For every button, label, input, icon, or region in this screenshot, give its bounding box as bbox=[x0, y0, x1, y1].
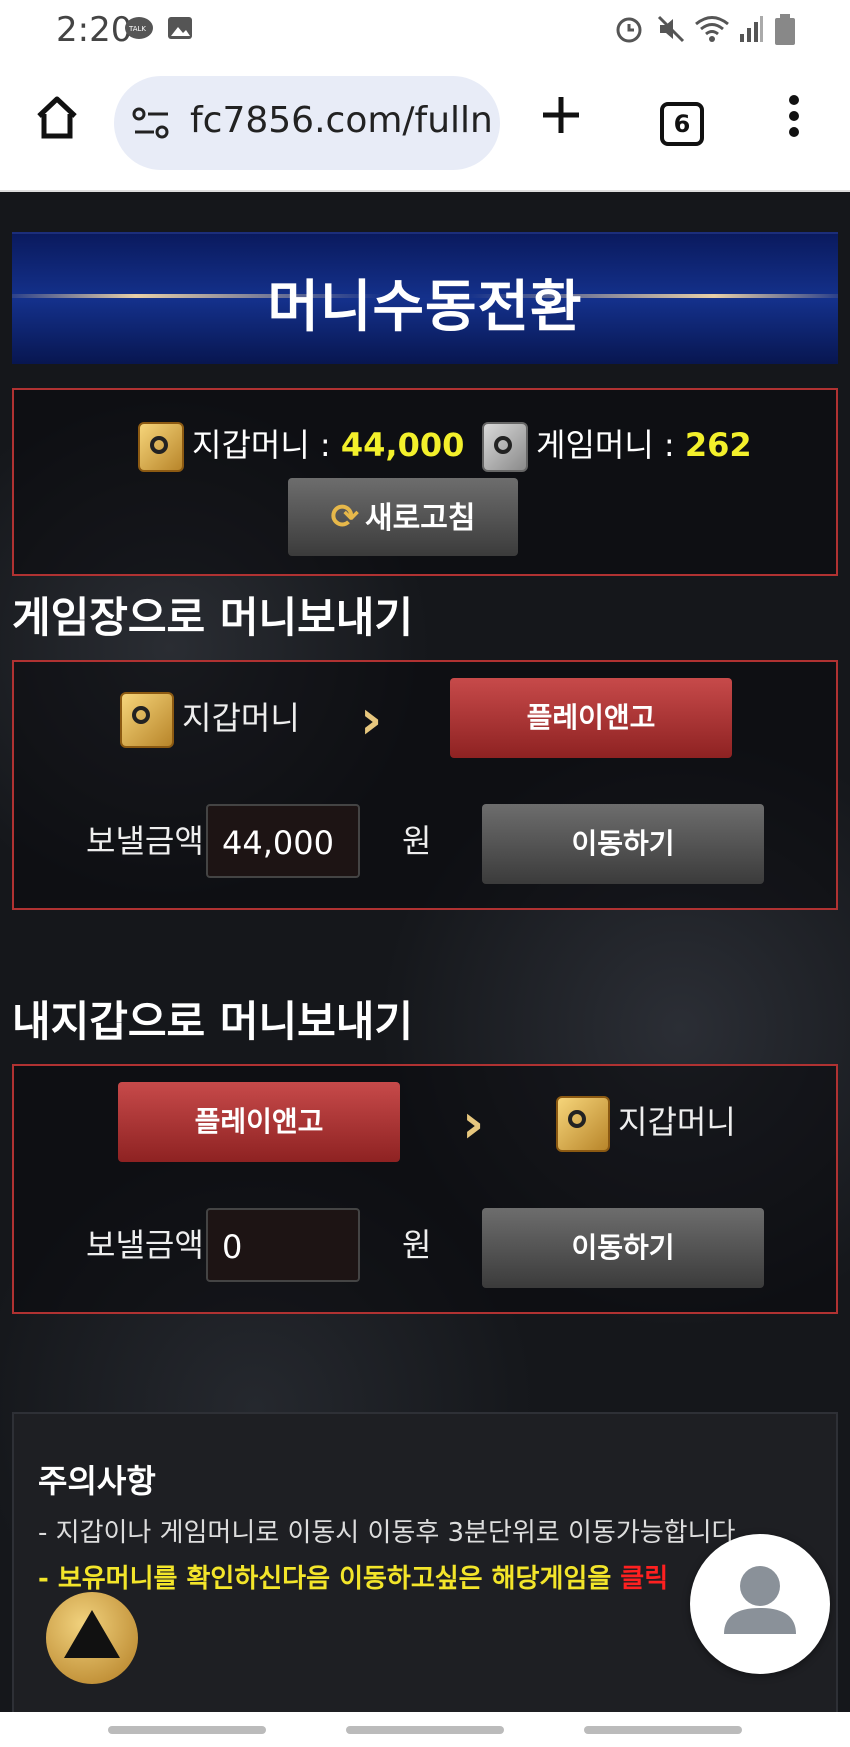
talk-icon: TALK bbox=[125, 17, 153, 39]
url-text[interactable]: fc7856.com/fulln bbox=[190, 100, 490, 141]
chat-button[interactable] bbox=[690, 1534, 830, 1674]
game-safe-icon bbox=[482, 422, 528, 472]
to-wallet-panel: 플레이앤고 › 지갑머니 보낼금액 0 원 이동하기 bbox=[12, 1064, 838, 1314]
wallet-safe-icon bbox=[556, 1096, 610, 1152]
more-menu-icon[interactable] bbox=[784, 94, 804, 138]
svg-text:TALK: TALK bbox=[128, 25, 146, 33]
notice-line-2: - 보유머니를 확인하신다음 이동하고싶은 해당게임을 클릭 bbox=[38, 1558, 668, 1595]
game-balance-value: 262 bbox=[684, 426, 752, 464]
wallet-safe-icon bbox=[120, 692, 174, 748]
new-tab-icon[interactable] bbox=[540, 94, 582, 136]
to-wallet-amount-label: 보낼금액 bbox=[86, 1226, 204, 1264]
to-game-panel: 지갑머니 › 플레이앤고 보낼금액 44,000 원 이동하기 bbox=[12, 660, 838, 910]
wallet-balance-value: 44,000 bbox=[340, 426, 465, 464]
page-content: 머니수동전환 지갑머니 : 44,000 게임머니 : 262 ⟳ 새로고침 게임… bbox=[0, 192, 850, 1712]
to-wallet-target-label: 지갑머니 bbox=[618, 1103, 736, 1141]
wifi-icon bbox=[695, 16, 729, 42]
person-icon bbox=[724, 1566, 796, 1634]
notice-line-2-highlight: 클릭 bbox=[620, 1564, 669, 1594]
scroll-to-top-button[interactable] bbox=[46, 1592, 138, 1684]
refresh-label: 새로고침 bbox=[365, 501, 476, 536]
to-game-amount-input[interactable]: 44,000 bbox=[206, 804, 360, 878]
balance-panel: 지갑머니 : 44,000 게임머니 : 262 ⟳ 새로고침 bbox=[12, 388, 838, 576]
to-wallet-unit: 원 bbox=[402, 1226, 432, 1264]
arrow-right-icon: › bbox=[360, 688, 383, 751]
refresh-icon: ⟳ bbox=[330, 497, 360, 537]
to-game-from-label: 지갑머니 bbox=[182, 699, 300, 737]
nav-pill-center bbox=[346, 1726, 504, 1734]
image-icon bbox=[168, 17, 192, 39]
to-wallet-source-button[interactable]: 플레이앤고 bbox=[118, 1082, 400, 1162]
tab-switcher-button[interactable]: 6 bbox=[660, 102, 704, 146]
refresh-button[interactable]: ⟳ 새로고침 bbox=[288, 478, 518, 556]
wallet-balance-label: 지갑머니 : bbox=[192, 426, 331, 464]
system-nav-bar bbox=[0, 1712, 850, 1747]
nav-pill-right bbox=[584, 1726, 742, 1734]
to-wallet-move-button[interactable]: 이동하기 bbox=[482, 1208, 764, 1288]
status-bar: 2:20 TALK bbox=[0, 0, 850, 60]
notice-title: 주의사항 bbox=[38, 1462, 156, 1500]
to-game-from: 지갑머니 bbox=[120, 692, 300, 748]
to-game-move-button[interactable]: 이동하기 bbox=[482, 804, 764, 884]
to-game-section-title: 게임장으로 머니보내기 bbox=[12, 593, 414, 642]
nav-pill-left bbox=[108, 1726, 266, 1734]
page-banner: 머니수동전환 bbox=[12, 232, 838, 364]
notice-line-2-text: - 보유머니를 확인하신다음 이동하고싶은 해당게임을 bbox=[38, 1564, 621, 1594]
to-game-unit: 원 bbox=[402, 822, 432, 860]
wallet-safe-icon bbox=[138, 422, 184, 472]
browser-toolbar: fc7856.com/fulln 6 bbox=[0, 60, 850, 192]
game-balance: 게임머니 : 262 bbox=[482, 420, 752, 472]
to-wallet-section-title: 내지갑으로 머니보내기 bbox=[12, 997, 414, 1046]
game-balance-label: 게임머니 : bbox=[536, 426, 675, 464]
battery-icon bbox=[775, 14, 795, 45]
home-icon[interactable] bbox=[34, 94, 80, 140]
alarm-icon bbox=[616, 17, 642, 43]
address-bar[interactable]: fc7856.com/fulln bbox=[114, 76, 500, 170]
arrow-right-icon: › bbox=[462, 1092, 485, 1155]
to-game-target-button[interactable]: 플레이앤고 bbox=[450, 678, 732, 758]
to-wallet-target: 지갑머니 bbox=[556, 1096, 736, 1152]
page-title: 머니수동전환 bbox=[267, 275, 583, 340]
to-wallet-amount-input[interactable]: 0 bbox=[206, 1208, 360, 1282]
site-settings-icon[interactable] bbox=[132, 106, 172, 142]
mute-icon bbox=[657, 15, 685, 43]
wallet-balance: 지갑머니 : 44,000 bbox=[138, 420, 464, 472]
signal-icon bbox=[740, 16, 763, 42]
status-time: 2:20 bbox=[56, 10, 133, 50]
to-game-amount-label: 보낼금액 bbox=[86, 822, 204, 860]
notice-line-1: - 지갑이나 게임머니로 이동시 이동후 3분단위로 이동가능합니다. bbox=[38, 1518, 744, 1548]
